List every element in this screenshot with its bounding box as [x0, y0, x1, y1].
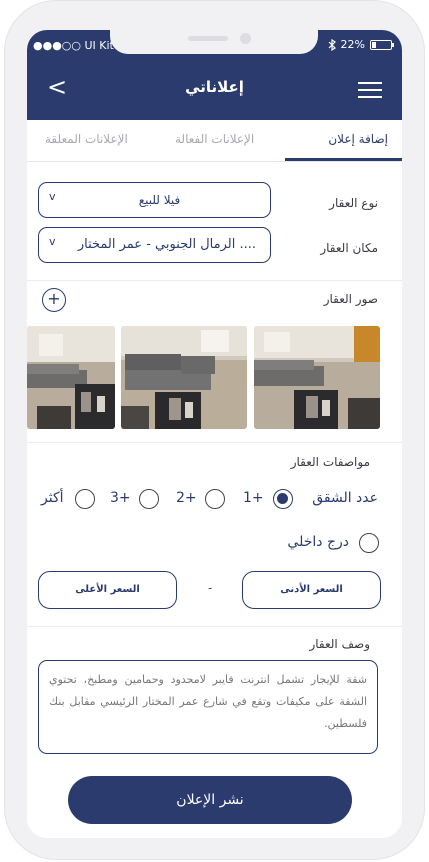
tab-pending-ads[interactable]: الإعلانات المعلقة — [45, 132, 128, 146]
speaker-grille — [188, 36, 228, 41]
app-screen: ●●●○○ UI Kit 22% < إعلاناتي إضافة إعلان … — [27, 30, 402, 838]
divider — [27, 280, 402, 281]
battery-percent: 22% — [340, 38, 365, 51]
specs-title: مواصفات العقار — [290, 455, 370, 469]
living-room-photo — [254, 326, 380, 429]
battery-icon — [370, 39, 394, 50]
description-textarea[interactable]: شقة للإيجار تشمل انترنت فايبر لامحدود وح… — [38, 660, 378, 754]
divider — [27, 442, 402, 443]
tab-active-ads[interactable]: الإعلانات الفعالة — [175, 132, 254, 146]
location-select[interactable]: v الرمال الجنوبي - عمر المختار .... — [38, 227, 271, 263]
location-label: مكان العقار — [320, 241, 378, 255]
property-type-label: نوع العقار — [329, 196, 378, 210]
price-separator: - — [208, 581, 213, 595]
property-photo[interactable] — [27, 326, 115, 429]
rooms-radio-1[interactable] — [273, 489, 293, 509]
rooms-radio-3[interactable] — [139, 489, 159, 509]
living-room-photo — [27, 326, 115, 429]
rooms-option-2: 2+ — [176, 490, 197, 506]
battery-group: 22% — [328, 38, 394, 51]
tab-bar: إضافة إعلان الإعلانات الفعالة الإعلانات … — [27, 120, 402, 162]
min-price-button[interactable]: السعر الأدنى — [242, 571, 381, 609]
property-type-value: فيلا للبيع — [138, 193, 181, 207]
rooms-radio-more[interactable] — [75, 489, 95, 509]
page-title: إعلاناتي — [185, 78, 244, 96]
tab-add-ad[interactable]: إضافة إعلان — [328, 132, 388, 146]
app-bar: < إعلاناتي — [27, 58, 402, 120]
ad-form: نوع العقار v فيلا للبيع مكان العقار v ال… — [27, 168, 402, 838]
living-room-photo — [121, 326, 247, 429]
rooms-label: عدد الشقق — [312, 490, 378, 506]
description-label: وصف العقار — [309, 637, 370, 651]
property-photo[interactable] — [254, 326, 380, 429]
max-price-button[interactable]: السعر الأعلى — [38, 571, 177, 609]
active-tab-indicator — [285, 158, 402, 161]
front-camera — [240, 33, 251, 44]
rooms-option-more: أكثر — [41, 490, 64, 506]
rooms-option-3: 3+ — [110, 490, 131, 506]
property-type-select[interactable]: v فيلا للبيع — [38, 182, 271, 218]
location-value: الرمال الجنوبي - عمر المختار .... — [77, 237, 256, 252]
inner-stairs-label: درج داخلي — [287, 534, 349, 550]
hamburger-menu-icon[interactable] — [358, 82, 382, 98]
inner-stairs-radio[interactable] — [359, 533, 379, 553]
photos-label: صور العقار — [323, 292, 378, 306]
chevron-down-icon: v — [49, 235, 56, 248]
rooms-option-1: 1+ — [243, 490, 264, 506]
bluetooth-icon — [328, 38, 336, 51]
device-notch — [110, 30, 318, 54]
publish-button[interactable]: نشر الإعلان — [68, 776, 352, 824]
chevron-down-icon: v — [49, 190, 56, 203]
divider — [27, 626, 402, 627]
carrier-label: ●●●○○ UI Kit — [33, 39, 114, 52]
property-photo[interactable] — [121, 326, 247, 429]
rooms-radio-2[interactable] — [205, 489, 225, 509]
add-photo-button[interactable]: + — [42, 288, 66, 312]
